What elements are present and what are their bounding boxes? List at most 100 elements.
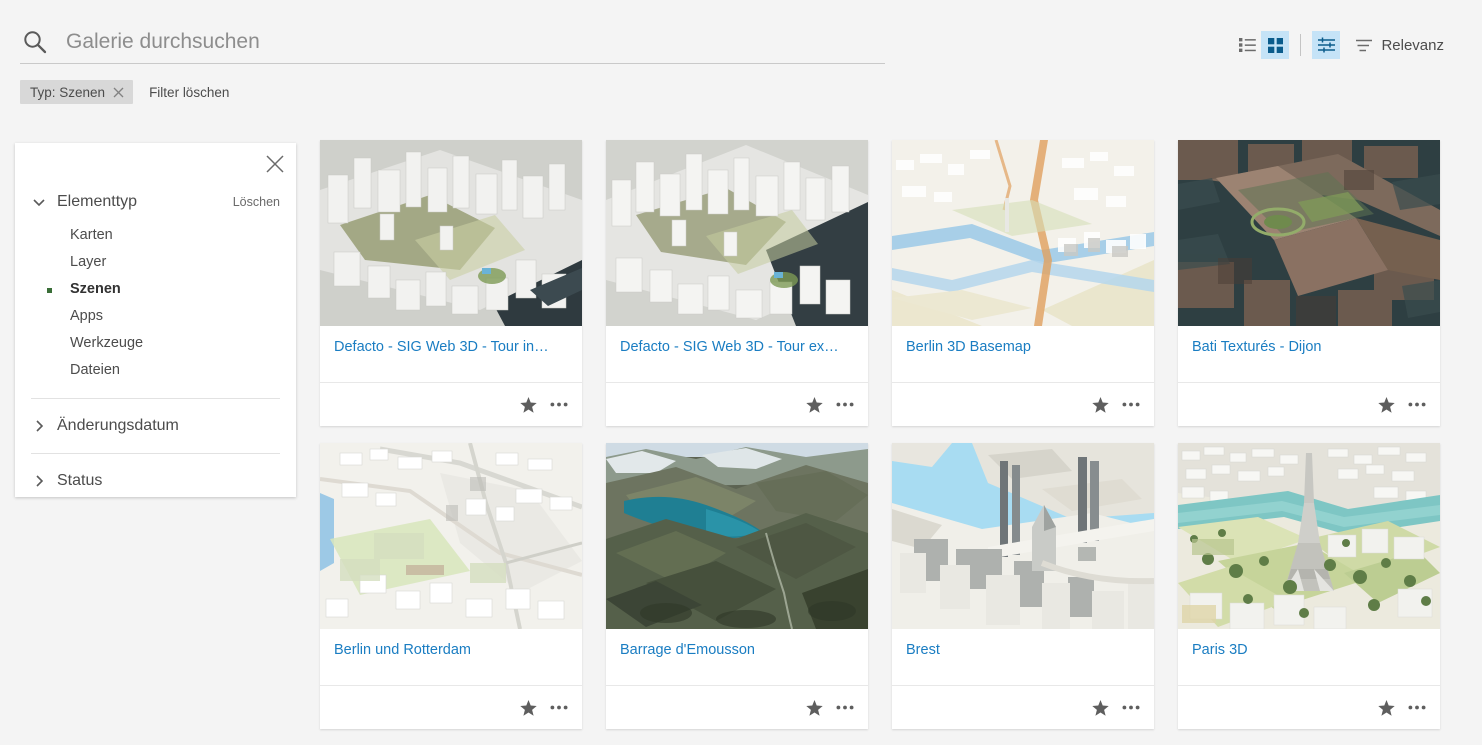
card-title[interactable]: Defacto - SIG Web 3D - Tour ex…	[620, 338, 854, 356]
filter-group-header-aenderungsdatum[interactable]: Änderungsdatum	[31, 415, 280, 437]
filter-item-label: Karten	[70, 227, 113, 243]
star-icon[interactable]	[806, 699, 823, 716]
gallery-card[interactable]: Paris 3D	[1178, 443, 1440, 729]
card-title[interactable]: Barrage d'Emousson	[620, 641, 854, 659]
sort-icon	[1356, 39, 1373, 51]
card-thumbnail[interactable]	[892, 443, 1154, 629]
filter-item-dateien[interactable]: Dateien	[15, 357, 296, 384]
gallery-card[interactable]: Brest	[892, 443, 1154, 729]
filter-group-title: Elementtyp	[57, 193, 138, 210]
berlin-basemap-thumbnail	[892, 140, 1154, 326]
gallery-grid: Defacto - SIG Web 3D - Tour in… Defacto …	[320, 140, 1460, 729]
star-icon[interactable]	[1092, 396, 1109, 413]
list-view-icon	[1238, 38, 1256, 52]
card-footer	[892, 685, 1154, 729]
close-icon[interactable]	[113, 87, 124, 98]
panel-divider	[31, 453, 280, 454]
filter-chip-label: Typ: Szenen	[30, 84, 106, 100]
filter-item-label: Layer	[70, 254, 107, 270]
star-icon[interactable]	[520, 699, 537, 716]
star-icon[interactable]	[1378, 396, 1395, 413]
chevron-down-icon	[33, 199, 45, 207]
more-options-icon[interactable]	[1122, 402, 1140, 407]
more-options-icon[interactable]	[550, 402, 568, 407]
filter-panel: Elementtyp Löschen Karten Layer Szenen A…	[15, 143, 296, 497]
filter-item-werkzeuge[interactable]: Werkzeuge	[15, 330, 296, 357]
gallery-card[interactable]: Berlin 3D Basemap	[892, 140, 1154, 426]
card-body: Berlin und Rotterdam	[320, 629, 582, 685]
clear-filters-button[interactable]: Filter löschen	[149, 85, 229, 100]
filter-group-header-status[interactable]: Status	[31, 470, 280, 492]
filter-item-label: Szenen	[70, 281, 121, 297]
list-view-button[interactable]	[1233, 31, 1261, 59]
filter-item-label: Dateien	[70, 362, 120, 378]
close-icon[interactable]	[264, 153, 286, 175]
star-icon[interactable]	[806, 396, 823, 413]
sort-label: Relevanz	[1381, 36, 1444, 54]
mountain-lake-thumbnail	[606, 443, 868, 629]
card-title[interactable]: Bati Texturés - Dijon	[1192, 338, 1426, 356]
card-footer	[606, 382, 868, 426]
more-options-icon[interactable]	[550, 705, 568, 710]
filter-panel-toggle[interactable]	[1312, 31, 1341, 59]
search-input[interactable]	[66, 22, 885, 62]
panel-divider	[31, 398, 280, 399]
card-thumbnail[interactable]	[1178, 443, 1440, 629]
selected-indicator-dot	[47, 288, 52, 293]
filter-group-title: Änderungsdatum	[57, 417, 179, 434]
gallery-card[interactable]: Barrage d'Emousson	[606, 443, 868, 729]
star-icon[interactable]	[520, 396, 537, 413]
filter-item-label: Werkzeuge	[70, 335, 144, 351]
dijon-textured-thumbnail	[1178, 140, 1440, 326]
filter-sliders-icon	[1317, 37, 1335, 53]
card-thumbnail[interactable]	[320, 140, 582, 326]
chevron-right-icon	[36, 420, 44, 432]
star-icon[interactable]	[1378, 699, 1395, 716]
filter-item-label: Apps	[70, 308, 104, 324]
card-title[interactable]: Berlin und Rotterdam	[334, 641, 568, 659]
card-title[interactable]: Brest	[906, 641, 1140, 659]
card-title[interactable]: Defacto - SIG Web 3D - Tour in…	[334, 338, 568, 356]
card-body: Defacto - SIG Web 3D - Tour in…	[320, 326, 582, 382]
star-icon[interactable]	[1092, 699, 1109, 716]
grid-view-icon	[1267, 37, 1283, 53]
brest-harbor-thumbnail	[892, 443, 1154, 629]
more-options-icon[interactable]	[836, 705, 854, 710]
top-bar: Typ: Szenen Filter löschen	[0, 0, 1482, 118]
gallery-card[interactable]: Defacto - SIG Web 3D - Tour in…	[320, 140, 582, 426]
filter-group-title: Status	[57, 472, 103, 489]
sort-button[interactable]: Relevanz	[1356, 37, 1444, 54]
card-body: Paris 3D	[1178, 629, 1440, 685]
gallery-card[interactable]: Defacto - SIG Web 3D - Tour ex…	[606, 140, 868, 426]
filter-item-layer[interactable]: Layer	[15, 249, 296, 276]
more-options-icon[interactable]	[1408, 402, 1426, 407]
filter-chip-type[interactable]: Typ: Szenen	[20, 80, 134, 104]
filter-item-szenen[interactable]: Szenen	[15, 276, 296, 303]
card-title[interactable]: Paris 3D	[1192, 641, 1426, 659]
card-footer	[320, 685, 582, 729]
filter-group-header-elementtyp[interactable]: Elementtyp Löschen	[31, 191, 280, 213]
more-options-icon[interactable]	[1122, 705, 1140, 710]
card-thumbnail[interactable]	[606, 443, 868, 629]
card-footer	[320, 382, 582, 426]
card-body: Brest	[892, 629, 1154, 685]
card-thumbnail[interactable]	[1178, 140, 1440, 326]
filter-item-karten[interactable]: Karten	[15, 222, 296, 249]
filter-group-clear-button[interactable]: Löschen	[233, 195, 280, 209]
more-options-icon[interactable]	[836, 402, 854, 407]
card-thumbnail[interactable]	[606, 140, 868, 326]
card-title[interactable]: Berlin 3D Basemap	[906, 338, 1140, 356]
more-options-icon[interactable]	[1408, 705, 1426, 710]
search-bar[interactable]	[20, 22, 885, 64]
filter-item-apps[interactable]: Apps	[15, 303, 296, 330]
gallery-card[interactable]: Berlin und Rotterdam	[320, 443, 582, 729]
gallery-card[interactable]: Bati Texturés - Dijon	[1178, 140, 1440, 426]
card-thumbnail[interactable]	[892, 140, 1154, 326]
grid-view-button[interactable]	[1261, 31, 1290, 59]
view-toolbar: Relevanz	[1233, 31, 1444, 59]
gallery-row: Defacto - SIG Web 3D - Tour in… Defacto …	[320, 140, 1460, 426]
card-thumbnail[interactable]	[320, 443, 582, 629]
city-white-3d-thumbnail	[320, 140, 582, 326]
berlin-rotterdam-basemap-thumbnail	[320, 443, 582, 629]
active-filters-bar: Typ: Szenen Filter löschen	[20, 80, 229, 104]
